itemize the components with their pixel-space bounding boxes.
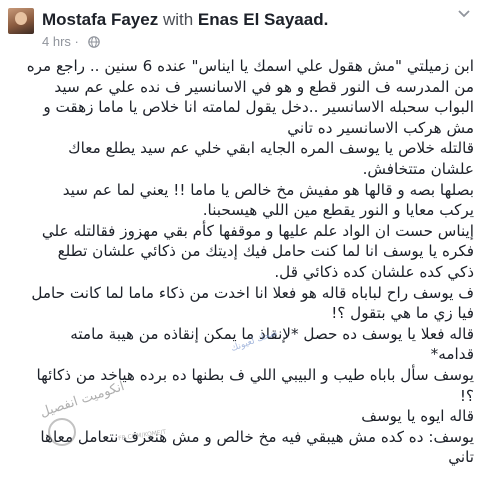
post-text-line: علشان متتخافش. — [362, 159, 474, 178]
post-text-line: فيا زي ما هي بتقول ؟! — [331, 304, 474, 323]
post-text-line: يركب معايا و النور يقطع مين اللي هيسحبنا… — [202, 201, 474, 220]
tagged-user-link[interactable]: Enas El Sayaad. — [198, 10, 328, 29]
with-label: with — [162, 10, 194, 29]
post-meta: 4 hrs · — [42, 34, 101, 51]
post-text-line: يوسف سأل باباه طيب و البيبي اللي ف بطنها… — [36, 365, 474, 384]
post-text-line: من المدرسه ف النور قطع و هو في الاسانسير… — [54, 77, 474, 96]
author-line: Mostafa Fayez with Enas El Sayaad. — [42, 10, 328, 30]
post-text-line: ف يوسف راح لباباه قاله هو فعلا انا اخدت … — [31, 283, 474, 302]
post-text-line: بصلها بصه و قالها هو مفيش مخ خالص يا مام… — [62, 180, 474, 199]
post-text-line: قالتله خلاص يا يوسف المره الجايه ابقي خل… — [68, 139, 474, 158]
post-text-line: تاني — [448, 448, 474, 467]
post-timestamp[interactable]: 4 hrs · — [42, 34, 79, 49]
globe-icon — [88, 36, 101, 51]
post-text-line: ابن زميلتي "مش هقول علي اسمك يا ايناس" ع… — [26, 57, 474, 75]
author-name-link[interactable]: Mostafa Fayez — [42, 10, 158, 29]
post-text-line: فكره يا يوسف انا لما كنت حامل فيك إديتك … — [57, 242, 474, 261]
post-text-line: مش هركب الاسانسير ده تاني — [287, 118, 474, 137]
post-text-line: يوسف: ده كده مش هيبقي فيه مخ خالص و مش ه… — [40, 427, 474, 446]
author-avatar[interactable] — [8, 8, 34, 34]
post-text-line: ذكي كده علشان كده ذكائي قل. — [274, 262, 474, 281]
chevron-down-icon[interactable] — [456, 6, 472, 22]
post-header: Mostafa Fayez with Enas El Sayaad. 4 hrs… — [6, 6, 474, 50]
facebook-post: Mostafa Fayez with Enas El Sayaad. 4 hrs… — [0, 0, 480, 504]
post-text-line: إيناس حست ان الواد علم عليها و موقفها كأ… — [41, 221, 474, 240]
post-text-line: البواب سحبله الاسانسير ..دخل يقول لمامته… — [43, 98, 474, 117]
